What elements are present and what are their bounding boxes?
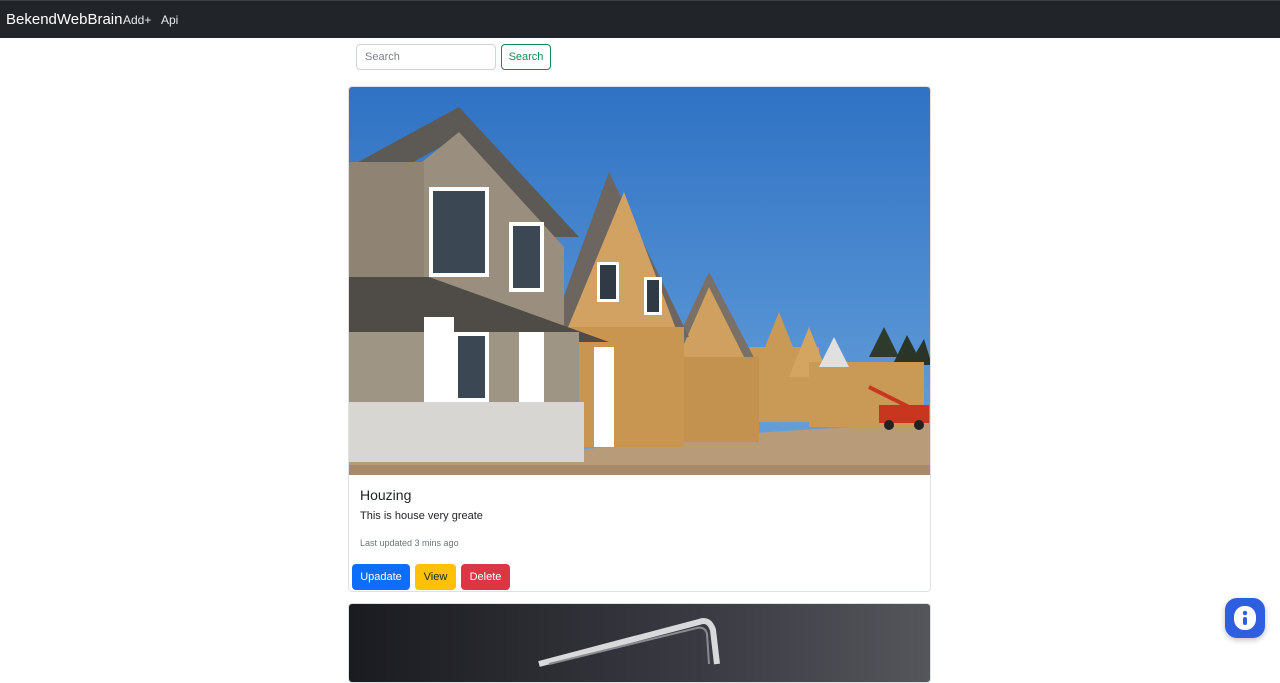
chat-widget-button[interactable] bbox=[1225, 598, 1265, 638]
post-description: This is house very greate bbox=[360, 510, 483, 522]
nav-link-api[interactable]: Api bbox=[161, 13, 178, 27]
view-button[interactable]: View bbox=[415, 564, 456, 590]
nav-link-add[interactable]: Add+ bbox=[123, 13, 151, 27]
navbar-brand[interactable]: BekendWebBrain bbox=[6, 11, 122, 28]
chat-icon bbox=[1234, 606, 1256, 630]
update-button[interactable]: Upadate bbox=[352, 564, 410, 590]
post-image bbox=[349, 87, 930, 475]
post-card-next bbox=[348, 603, 931, 683]
next-post-image bbox=[349, 604, 930, 682]
navbar: BekendWebBrain Add+ Api bbox=[0, 0, 1280, 38]
post-title: Houzing bbox=[360, 487, 412, 503]
post-card: Houzing This is house very greate Last u… bbox=[348, 86, 931, 592]
search-input[interactable] bbox=[356, 44, 496, 70]
search-button[interactable]: Search bbox=[501, 44, 551, 70]
delete-button[interactable]: Delete bbox=[461, 564, 510, 590]
post-updated-time: Last updated 3 mins ago bbox=[360, 538, 459, 548]
